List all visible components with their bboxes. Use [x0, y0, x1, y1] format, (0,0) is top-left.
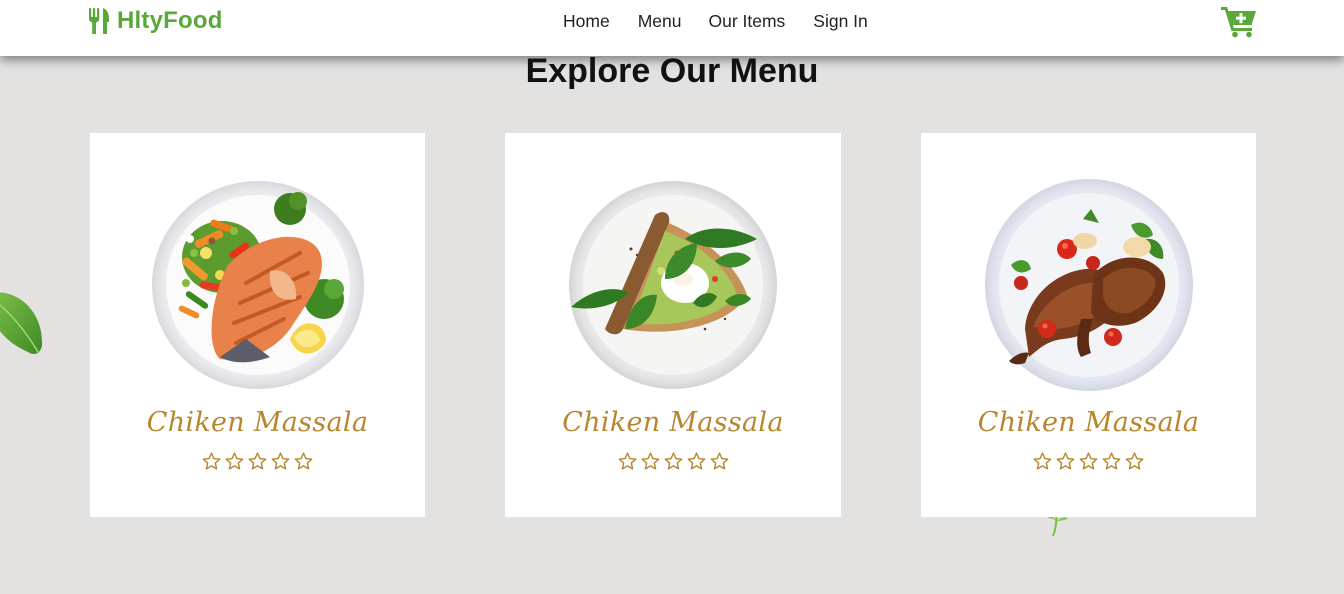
nav-link-sign-in[interactable]: Sign In — [813, 11, 867, 32]
navbar: HltyFood Home Menu Our Items Sign In — [0, 0, 1344, 56]
nav-link-our-items[interactable]: Our Items — [708, 11, 785, 32]
nav-link-home[interactable]: Home — [563, 11, 610, 32]
star-rating[interactable] — [505, 451, 841, 472]
star-icon[interactable] — [201, 451, 222, 472]
star-icon[interactable] — [1124, 451, 1145, 472]
star-icon[interactable] — [640, 451, 661, 472]
dish-image-avocado-toast — [569, 181, 777, 389]
page-title: Explore Our Menu — [525, 52, 819, 90]
menu-card[interactable]: Chiken Massala — [90, 133, 425, 517]
dish-name: Chiken Massala — [977, 407, 1200, 438]
star-icon[interactable] — [1101, 451, 1122, 472]
menu-card[interactable]: Chiken Massala — [505, 133, 841, 517]
star-icon[interactable] — [224, 451, 245, 472]
leaf-decoration — [0, 292, 43, 354]
dish-image-roasted-duck — [984, 179, 1193, 391]
dish-name: Chiken Massala — [562, 407, 784, 438]
dish-image-salmon — [151, 181, 364, 389]
star-icon[interactable] — [686, 451, 707, 472]
star-icon[interactable] — [1032, 451, 1053, 472]
star-rating[interactable] — [921, 451, 1256, 472]
star-icon[interactable] — [1055, 451, 1076, 472]
cart-button[interactable] — [1220, 4, 1258, 38]
nav-link-menu[interactable]: Menu — [638, 11, 682, 32]
star-icon[interactable] — [663, 451, 684, 472]
star-icon[interactable] — [247, 451, 268, 472]
star-icon[interactable] — [293, 451, 314, 472]
brand-name: HltyFood — [117, 7, 223, 34]
dish-name: Chiken Massala — [146, 407, 369, 438]
utensils-icon — [89, 8, 109, 34]
cart-plus-icon — [1221, 7, 1256, 38]
star-rating[interactable] — [90, 451, 425, 472]
star-icon[interactable] — [270, 451, 291, 472]
main-nav: Home Menu Our Items Sign In — [563, 10, 868, 32]
menu-card[interactable]: Chiken Massala — [921, 133, 1256, 517]
brand-logo[interactable]: HltyFood — [88, 6, 223, 36]
star-icon[interactable] — [709, 451, 730, 472]
star-icon[interactable] — [617, 451, 638, 472]
star-icon[interactable] — [1078, 451, 1099, 472]
